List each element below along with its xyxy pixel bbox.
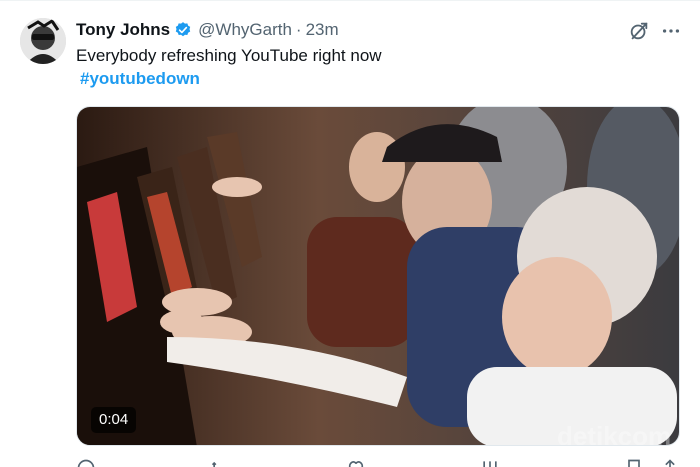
video-frame: detikcom [77,107,679,446]
watermark-text: detikcom [557,421,671,446]
retweet-icon[interactable] [210,458,230,467]
more-options-icon[interactable] [660,20,682,42]
tweet-actions-bar [76,458,680,467]
like-icon[interactable] [346,458,366,467]
author-handle[interactable]: @WhyGarth [198,20,292,40]
reply-icon[interactable] [76,458,96,467]
header-separator: · [295,20,302,39]
author-name[interactable]: Tony Johns [76,20,170,40]
video-duration-badge: 0:04 [91,407,137,433]
grok-icon[interactable] [628,20,650,42]
tweet-header: Tony Johns @WhyGarth · 23m [76,19,339,41]
share-icon[interactable] [660,458,680,467]
tweet-timestamp[interactable]: 23m [306,20,339,40]
tweet-top-divider [0,0,700,1]
views-icon[interactable] [480,458,500,467]
bookmark-icon[interactable] [624,458,644,467]
hashtag-link[interactable]: #youtubedown [80,69,200,89]
verified-badge-icon [174,21,192,39]
author-avatar[interactable] [20,18,66,64]
tweet-text: Everybody refreshing YouTube right now [76,46,382,65]
video-player[interactable]: detikcom 0:04 [76,106,680,446]
